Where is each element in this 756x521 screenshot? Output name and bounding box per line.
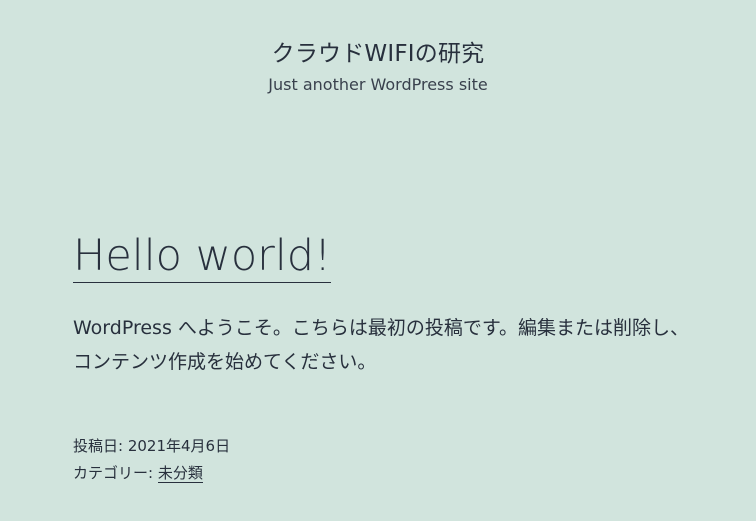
post-title-link[interactable]: Hello world! (73, 231, 332, 283)
post-content-paragraph: WordPress へようこそ。こちらは最初の投稿です。編集または削除し、コンテ… (73, 317, 689, 373)
posted-on-label: 投稿日: (73, 437, 128, 455)
post-content: WordPress へようこそ。こちらは最初の投稿です。編集または削除し、コンテ… (73, 311, 693, 379)
site-title-link[interactable]: クラウドWIFIの研究 (0, 36, 756, 72)
category-link[interactable]: 未分類 (157, 464, 203, 483)
posted-on: 投稿日: 2021年4月6日 (73, 433, 693, 460)
site-description: Just another WordPress site (268, 75, 488, 94)
posted-on-date: 2021年4月6日 (127, 437, 231, 455)
post-meta: 投稿日: 2021年4月6日 カテゴリー: 未分類 (73, 433, 693, 487)
site-header: クラウドWIFIの研究 Just another WordPress site (0, 36, 756, 96)
post-title: Hello world! (73, 228, 693, 284)
post-article: Hello world! WordPress へようこそ。こちらは最初の投稿です… (73, 228, 693, 487)
post-category: カテゴリー: 未分類 (73, 460, 693, 487)
category-label: カテゴリー: (73, 464, 158, 482)
